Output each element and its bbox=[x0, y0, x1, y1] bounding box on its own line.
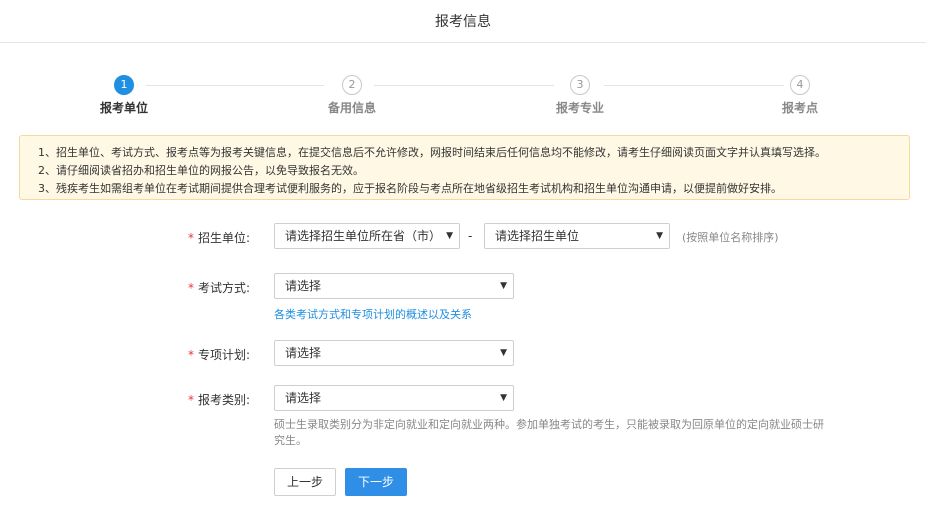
required-mark: * bbox=[188, 348, 194, 362]
step-number: 3 bbox=[570, 75, 590, 95]
province-select[interactable]: 请选择招生单位所在省（市） ▼ bbox=[274, 223, 460, 249]
select-value: 请选择 bbox=[285, 346, 322, 360]
step-4: 4 报考点 bbox=[740, 75, 860, 116]
step-3: 3 报考专业 bbox=[520, 75, 640, 116]
select-value: 请选择 bbox=[285, 279, 322, 293]
next-button[interactable]: 下一步 bbox=[345, 468, 407, 496]
step-2: 2 备用信息 bbox=[292, 75, 412, 116]
step-number: 4 bbox=[790, 75, 810, 95]
page-title: 报考信息 bbox=[435, 14, 491, 30]
notice-box: 1、招生单位、考试方式、报考点等为报考关键信息，在提交信息后不允许修改，网报时间… bbox=[19, 135, 910, 200]
step-label: 报考点 bbox=[781, 101, 818, 115]
special-plan-select[interactable]: 请选择 ▼ bbox=[274, 340, 514, 366]
separator: - bbox=[468, 229, 473, 243]
exam-method-label: * 考试方式: bbox=[188, 281, 251, 295]
exam-method-select[interactable]: 请选择 ▼ bbox=[274, 273, 514, 299]
caret-down-icon: ▼ bbox=[500, 348, 507, 358]
special-plan-label: * 专项计划: bbox=[188, 348, 251, 362]
step-number: 2 bbox=[342, 75, 362, 95]
exam-method-info-link[interactable]: 各类考试方式和专项计划的概述以及关系 bbox=[274, 306, 472, 322]
step-1: 1 报考单位 bbox=[64, 75, 184, 116]
step-label: 备用信息 bbox=[327, 101, 376, 115]
page-header: 报考信息 bbox=[0, 0, 926, 43]
caret-down-icon: ▼ bbox=[500, 281, 507, 291]
step-number: 1 bbox=[114, 75, 134, 95]
required-mark: * bbox=[188, 281, 194, 295]
category-select[interactable]: 请选择 ▼ bbox=[274, 385, 514, 411]
step-label: 报考专业 bbox=[555, 101, 604, 115]
required-mark: * bbox=[188, 393, 194, 407]
progress-steps: 1 报考单位 2 备用信息 3 报考专业 4 报考点 bbox=[0, 75, 926, 120]
unit-hint: (按照单位名称排序) bbox=[682, 231, 779, 244]
category-description: 硕士生录取类别分为非定向就业和定向就业两种。参加单独考试的考生，只能被录取为回原… bbox=[274, 418, 824, 447]
prev-button[interactable]: 上一步 bbox=[274, 468, 336, 496]
caret-down-icon: ▼ bbox=[500, 393, 507, 403]
caret-down-icon: ▼ bbox=[656, 231, 663, 241]
select-value: 请选择 bbox=[285, 391, 322, 405]
school-select[interactable]: 请选择招生单位 ▼ bbox=[484, 223, 670, 249]
notice-line: 2、请仔细阅读省招办和招生单位的网报公告，以免导致报名无效。 bbox=[38, 164, 364, 177]
caret-down-icon: ▼ bbox=[446, 231, 453, 241]
select-value: 请选择招生单位所在省（市） bbox=[285, 229, 442, 243]
notice-line: 1、招生单位、考试方式、报考点等为报考关键信息，在提交信息后不允许修改，网报时间… bbox=[38, 146, 826, 159]
required-mark: * bbox=[188, 231, 194, 245]
category-label: * 报考类别: bbox=[188, 393, 251, 407]
unit-label: * 招生单位: bbox=[188, 231, 251, 245]
step-label: 报考单位 bbox=[99, 101, 148, 115]
notice-line: 3、残疾考生如需组考单位在考试期间提供合理考试便利服务的，应于报名阶段与考点所在… bbox=[38, 182, 782, 195]
select-value: 请选择招生单位 bbox=[495, 229, 580, 243]
